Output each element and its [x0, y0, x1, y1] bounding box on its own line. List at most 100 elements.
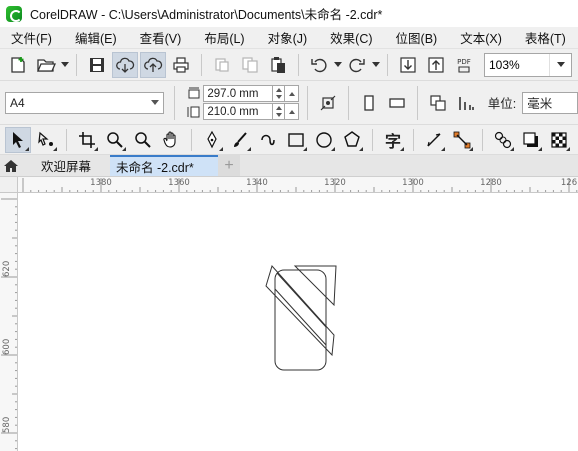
shape-tool[interactable] — [33, 127, 59, 153]
open-button[interactable] — [33, 52, 59, 78]
page-width-icon — [188, 87, 200, 98]
all-pages-button[interactable] — [315, 90, 341, 116]
ellipse-icon — [316, 131, 332, 148]
ellipse-tool[interactable] — [311, 127, 337, 153]
undo-dropdown[interactable] — [333, 52, 343, 78]
paste-button[interactable] — [265, 52, 291, 78]
unit-label: 单位: — [487, 97, 517, 111]
parallel-dimension-tool[interactable] — [421, 127, 447, 153]
horizontal-ruler[interactable]: 1380 1360 1340 1320 1300 1280 126 — [18, 177, 578, 193]
copy-button[interactable] — [237, 52, 263, 78]
tab-document[interactable]: 未命名 -2.cdr* — [110, 155, 218, 176]
crop-tool[interactable] — [74, 127, 100, 153]
all-pages-layout-button[interactable] — [425, 90, 451, 116]
page-height-spinner[interactable] — [273, 103, 286, 120]
window-title: CorelDRAW - C:\Users\Administrator\Docum… — [30, 8, 383, 22]
menu-effects[interactable]: 效果(C) — [325, 28, 377, 47]
new-document-button[interactable] — [5, 52, 31, 78]
publish-pdf-button[interactable]: PDF — [451, 52, 477, 78]
ruler-label: 1280 — [480, 178, 502, 188]
separator — [348, 85, 350, 120]
vertical-ruler[interactable]: 620 600 580 — [0, 193, 18, 451]
rectangle-icon — [288, 132, 304, 147]
undo-button[interactable] — [306, 52, 332, 78]
canvas-artwork — [265, 265, 337, 371]
page-height-lock[interactable] — [285, 103, 300, 120]
all-pages-icon — [430, 94, 446, 111]
cloud-upload-button[interactable] — [140, 51, 166, 78]
document-tab-bar: 欢迎屏幕 未命名 -2.cdr* + — [0, 155, 578, 177]
page-width-lock[interactable] — [285, 85, 300, 102]
separator — [174, 85, 176, 120]
separator — [482, 128, 483, 151]
import-icon — [400, 56, 416, 73]
diagonal-band-shape[interactable] — [274, 272, 327, 346]
pick-tool[interactable] — [5, 126, 31, 153]
zoom-tool[interactable] — [102, 127, 128, 153]
landscape-button[interactable] — [384, 90, 410, 116]
menu-object[interactable]: 对象(J) — [263, 28, 313, 47]
menu-file[interactable]: 文件(F) — [6, 28, 57, 47]
ruler-label: 1320 — [324, 178, 346, 188]
rectangle-tool[interactable] — [283, 127, 309, 153]
menu-bitmaps[interactable]: 位图(B) — [391, 28, 443, 47]
import-button[interactable] — [395, 52, 421, 78]
transparency-tool[interactable] — [546, 127, 572, 153]
paper-size-select[interactable]: A4 — [5, 91, 165, 114]
drawing-canvas[interactable] — [18, 193, 578, 451]
printer-icon — [173, 56, 189, 73]
artistic-media-tool[interactable] — [227, 127, 253, 153]
text-tool[interactable]: 字 — [380, 127, 406, 153]
open-folder-icon — [37, 58, 56, 72]
cloud-download-button[interactable] — [112, 51, 138, 78]
page-width-row: 297.0 mm — [187, 85, 300, 102]
redo-button[interactable] — [344, 52, 370, 78]
portrait-button[interactable] — [356, 90, 382, 116]
zoom-out-tool[interactable] — [130, 127, 156, 153]
smart-drawing-tool[interactable] — [255, 127, 281, 153]
connector-tool[interactable] — [449, 127, 475, 153]
home-button[interactable] — [0, 155, 22, 176]
current-page-button[interactable] — [453, 90, 479, 116]
ruler-label: 1380 — [90, 178, 112, 188]
page-width-spinner[interactable] — [273, 85, 286, 102]
separator — [372, 128, 373, 151]
ruler-label: 600 — [2, 338, 12, 355]
print-button[interactable] — [168, 52, 194, 78]
polygon-tool[interactable] — [339, 127, 365, 153]
ruler-origin[interactable] — [0, 177, 18, 193]
separator — [298, 53, 299, 76]
menu-table[interactable]: 表格(T) — [520, 28, 571, 47]
ruler-label: 126 — [560, 178, 578, 188]
redo-dropdown[interactable] — [371, 52, 381, 78]
parallelogram-shape-left[interactable] — [265, 265, 335, 357]
pan-tool[interactable] — [158, 127, 184, 153]
unit-select[interactable]: 毫米 — [522, 91, 578, 114]
zoom-dropdown[interactable] — [549, 53, 571, 76]
separator — [66, 128, 67, 151]
menu-view[interactable]: 查看(V) — [135, 28, 187, 47]
menu-edit[interactable]: 编辑(E) — [70, 28, 122, 47]
export-button[interactable] — [423, 52, 449, 78]
page-width-input[interactable]: 297.0 mm — [203, 85, 274, 102]
page-orientation-icon — [320, 95, 336, 110]
menu-layout[interactable]: 布局(L) — [199, 28, 249, 47]
cut-button[interactable] — [209, 52, 235, 78]
rounded-rectangle-shape[interactable] — [274, 269, 327, 371]
menu-text[interactable]: 文本(X) — [455, 28, 507, 47]
pen-tool[interactable] — [199, 127, 225, 153]
magnifier-icon — [107, 131, 123, 148]
curve-icon — [261, 134, 275, 145]
drop-shadow-tool[interactable] — [518, 127, 544, 153]
page-height-input[interactable]: 210.0 mm — [203, 103, 274, 120]
blend-tool[interactable] — [490, 127, 516, 153]
hand-icon — [163, 130, 176, 148]
save-button[interactable] — [84, 52, 110, 78]
zoom-level-combo[interactable] — [484, 52, 572, 77]
add-tab-button[interactable]: + — [218, 155, 240, 176]
zoom-level-input[interactable] — [485, 53, 549, 76]
open-dropdown[interactable] — [60, 52, 70, 78]
tab-welcome-screen[interactable]: 欢迎屏幕 — [22, 155, 110, 176]
pdf-icon: PDF — [457, 58, 471, 73]
redo-icon — [349, 58, 365, 72]
